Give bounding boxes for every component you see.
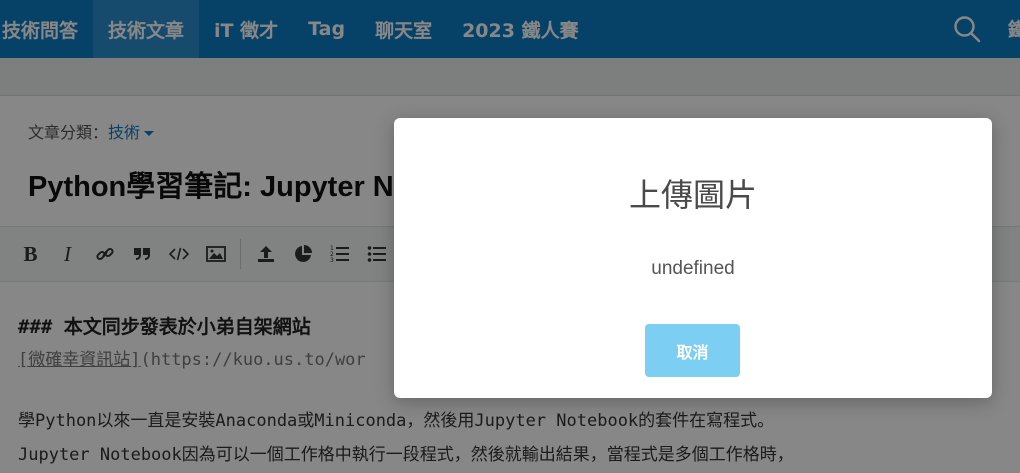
dialog-message: undefined — [651, 258, 735, 279]
upload-image-dialog: 上傳圖片 undefined 取消 — [394, 118, 992, 398]
cancel-button[interactable]: 取消 — [645, 324, 740, 377]
dialog-title: 上傳圖片 — [628, 176, 757, 214]
